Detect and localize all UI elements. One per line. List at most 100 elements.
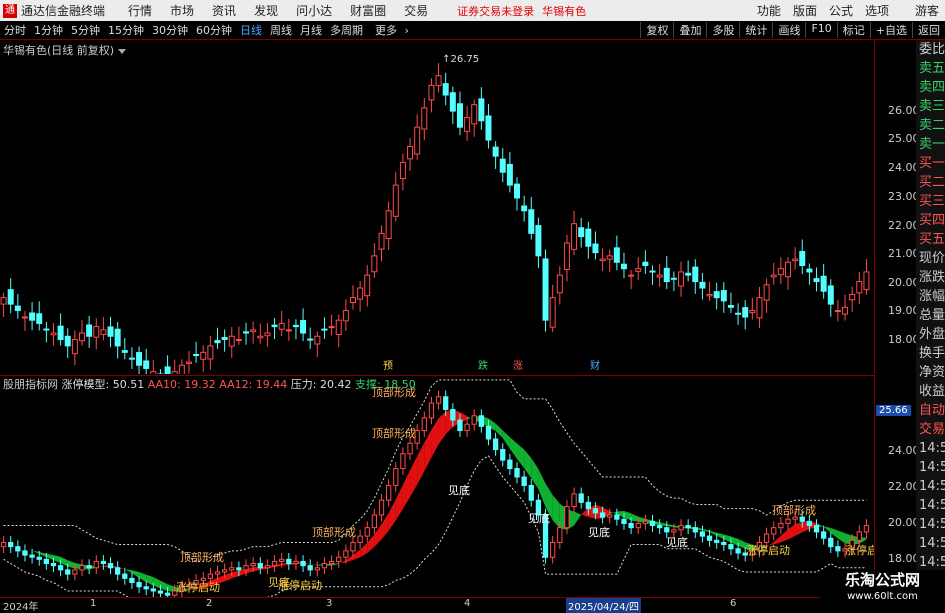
candle-body: [71, 338, 78, 355]
sub-candle-body: [628, 522, 634, 529]
sub-candle-body: [778, 522, 784, 529]
period-daily[interactable]: 日线: [236, 22, 266, 38]
period-multi[interactable]: 多周期: [326, 22, 367, 38]
menu-discover[interactable]: 发现: [245, 2, 287, 19]
candle-body: [699, 281, 706, 289]
top-menu-bar: 通 通达信金融终端 行情 市场 资讯 发现 问小达 财富圈 交易 证券交易未登录…: [0, 0, 945, 21]
tool-adjust[interactable]: 复权: [640, 22, 673, 38]
signal-annotation: 涨停启动: [176, 580, 220, 594]
sub-candle-body: [699, 531, 706, 537]
menu-market[interactable]: 市场: [161, 2, 203, 19]
signal-annotation: 顶部形成: [180, 550, 224, 564]
period-5min[interactable]: 5分钟: [67, 22, 104, 38]
cursor-date: 2025/04/24/四: [566, 598, 642, 613]
axis-label: 20.00: [888, 516, 920, 529]
candle-body: [136, 352, 143, 366]
menu-quotes[interactable]: 行情: [119, 2, 161, 19]
ma-band-segment: [139, 572, 147, 583]
app-name: 通达信金融终端: [21, 4, 106, 18]
candle-body: [21, 316, 28, 319]
tool-f10[interactable]: F10: [805, 22, 836, 38]
period-1min[interactable]: 1分钟: [30, 22, 67, 38]
indicator-axis: 24.00 22.00 20.00 18.00: [876, 375, 920, 597]
candle-body: [585, 228, 592, 247]
quote-panel-row: 委比: [919, 42, 945, 57]
candle-body: [649, 270, 656, 273]
candle-body: [556, 274, 563, 294]
tool-multistock[interactable]: 多股: [706, 22, 739, 38]
sub-candle-body: [93, 560, 99, 569]
indicator-label[interactable]: 股朋指标网 涨停模型: 50.51 AA10: 19.32 AA12: 19.4…: [3, 376, 416, 392]
tool-overlay[interactable]: 叠加: [673, 22, 706, 38]
period-more-label: 更多: [375, 24, 397, 37]
candle-body: [749, 310, 756, 314]
period-monthly[interactable]: 月线: [296, 22, 326, 38]
sub-candle-body: [821, 531, 827, 539]
period-timeshare[interactable]: 分时: [0, 22, 30, 38]
sub-candle-body: [435, 396, 442, 404]
sub-candle-body: [528, 484, 534, 501]
date-axis: 2024年 1 2 3 4 2025/04/24/四 6: [0, 597, 875, 613]
period-more[interactable]: 更多 ›: [367, 22, 413, 38]
metric-support: 支撑: 18.50: [355, 378, 416, 391]
ma-band-segment: [502, 430, 510, 449]
menu-layout[interactable]: 版面: [787, 2, 823, 19]
watermark-title: 乐淘公式网: [844, 571, 920, 589]
sub-candle-body: [792, 516, 798, 520]
candle-body: [542, 258, 549, 321]
candle-body: [635, 268, 642, 272]
candle-body: [171, 371, 178, 374]
sub-candle-body: [607, 514, 613, 518]
sub-candle-body: [856, 531, 862, 541]
period-15min[interactable]: 15分钟: [104, 22, 148, 38]
tool-draw[interactable]: 画线: [772, 22, 805, 38]
tool-back[interactable]: 返回: [912, 22, 945, 38]
quote-panel-row: 14:5: [919, 460, 945, 475]
sub-candle-body: [692, 527, 698, 533]
menu-trade[interactable]: 交易: [395, 2, 437, 19]
menu-options[interactable]: 选项: [859, 2, 895, 19]
event-mark: 财: [590, 359, 600, 372]
date-label: 6: [730, 598, 737, 609]
period-30min[interactable]: 30分钟: [148, 22, 192, 38]
ma-band-segment: [780, 529, 788, 543]
guest-user[interactable]: 游客: [909, 2, 945, 19]
candle-body: [7, 289, 14, 305]
menu-news[interactable]: 资讯: [203, 2, 245, 19]
ma-band-segment: [131, 570, 140, 578]
menu-function[interactable]: 功能: [751, 2, 787, 19]
candle-body: [464, 117, 471, 132]
sub-candle-body: [393, 468, 399, 486]
ma-band-segment: [524, 449, 532, 479]
tool-stats[interactable]: 统计: [739, 22, 772, 38]
sub-candle-body: [521, 476, 527, 486]
period-60min[interactable]: 60分钟: [192, 22, 236, 38]
main-chart-label[interactable]: 华锡有色(日线 前复权): [3, 42, 127, 58]
ma-band-segment: [631, 513, 639, 522]
candle-body: [364, 274, 371, 297]
sub-candle-body: [443, 396, 449, 410]
candlestick-chart[interactable]: ↑26.75←16.57预跌涨财: [0, 40, 875, 374]
sub-candle-body: [350, 541, 356, 552]
candle-body: [193, 353, 200, 357]
tool-add-watch[interactable]: +自选: [869, 22, 912, 38]
candle-body: [599, 258, 606, 262]
menu-formula[interactable]: 公式: [823, 2, 859, 19]
candle-body: [549, 297, 556, 328]
ma-band-segment: [417, 442, 425, 485]
tool-mark[interactable]: 标记: [836, 22, 870, 38]
dropdown-icon[interactable]: [118, 48, 127, 54]
candle-body: [285, 329, 292, 332]
login-alert[interactable]: 证券交易未登录: [457, 3, 534, 19]
period-weekly[interactable]: 周线: [266, 22, 296, 38]
candle-body: [414, 126, 421, 155]
indicator-chart[interactable]: 顶部形成顶部形成顶部形成顶部形成顶部形成见底见底见底见底见底涨停启动 涨停启动涨停…: [0, 375, 875, 597]
quote-panel-row: 卖一: [919, 137, 945, 152]
ma-band-segment: [795, 521, 803, 536]
sub-candle-body: [735, 548, 741, 554]
menu-ask[interactable]: 问小达: [287, 2, 341, 19]
quote-panel-row: 卖二: [919, 118, 945, 133]
menu-wealth[interactable]: 财富圈: [341, 2, 395, 19]
sub-candle-body: [293, 560, 299, 565]
candle-body: [164, 366, 171, 374]
